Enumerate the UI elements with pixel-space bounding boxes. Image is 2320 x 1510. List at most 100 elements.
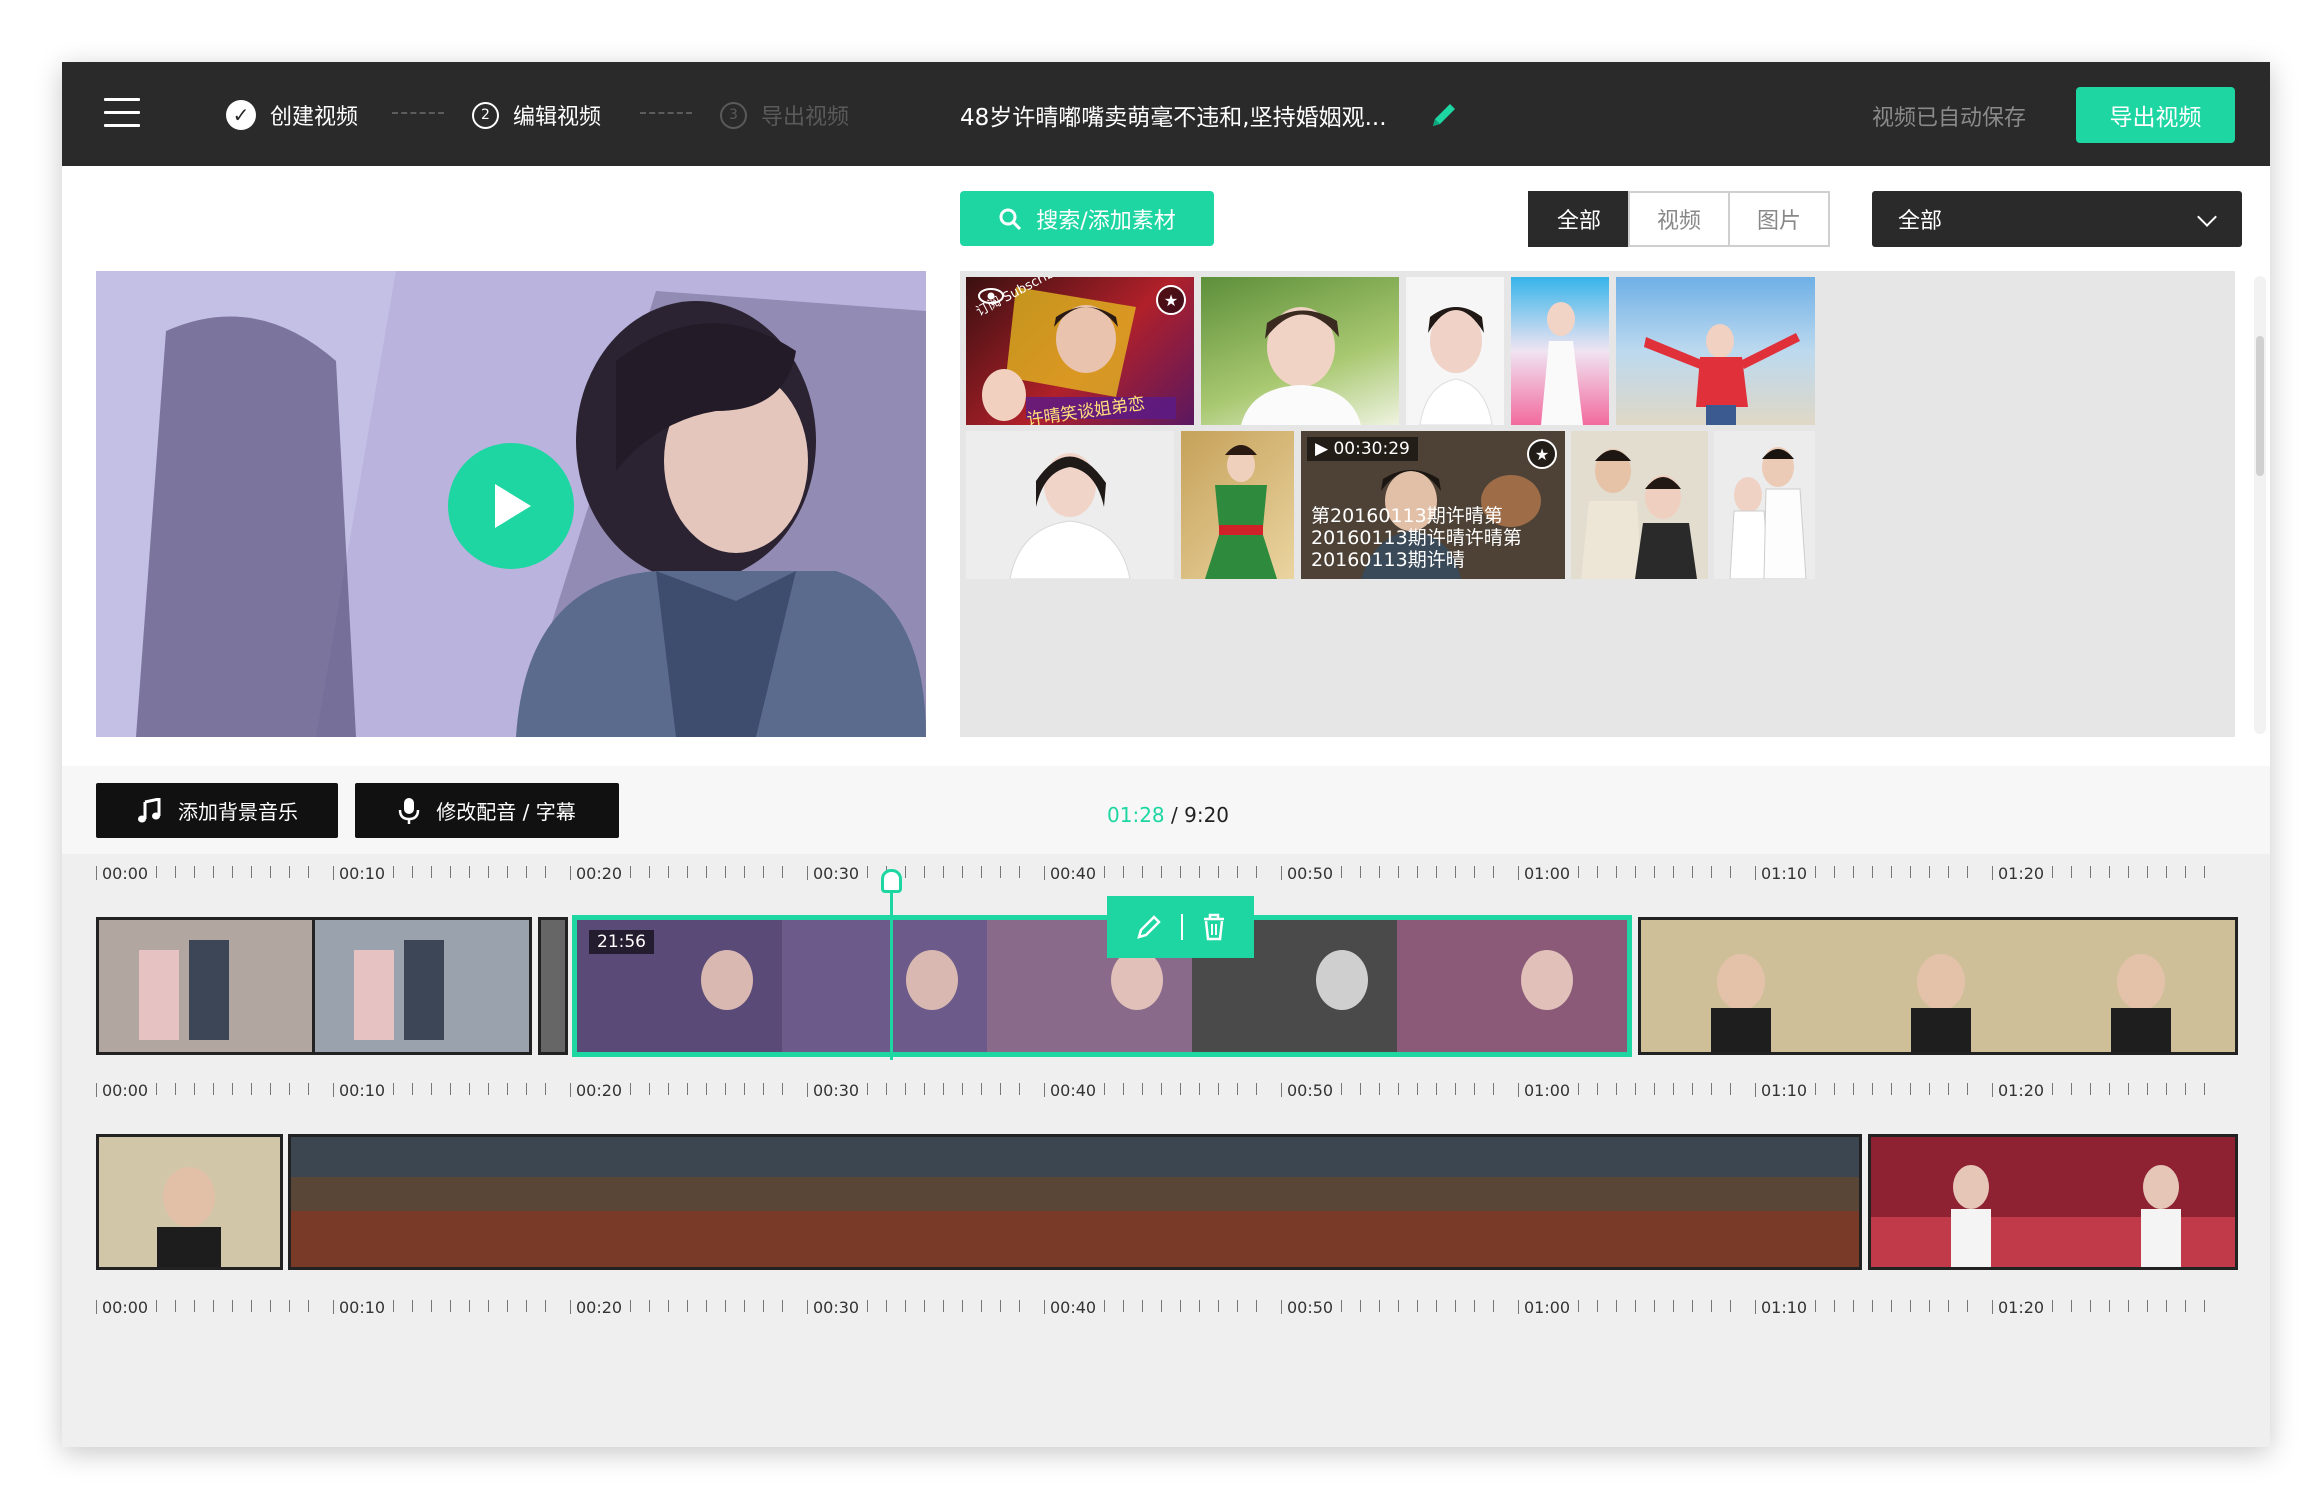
media-item-video[interactable]: ▶ 00:30:29 ★ 第20160113期许晴第20160113期许晴许晴第… (1301, 431, 1565, 579)
ruler-minor-tick (412, 866, 413, 878)
ruler-minor-tick (1711, 866, 1712, 878)
ruler-minor-tick (2071, 866, 2072, 878)
tab-video[interactable]: 视频 (1628, 191, 1730, 247)
ruler-minor-tick (943, 1300, 944, 1312)
media-scrollbar-thumb[interactable] (2256, 336, 2264, 476)
pencil-icon[interactable] (1135, 913, 1163, 941)
ruler-minor-tick (1161, 1083, 1162, 1095)
export-video-button[interactable]: 导出视频 (2076, 87, 2235, 143)
media-item-image[interactable] (966, 431, 1174, 579)
video-clip[interactable] (538, 917, 568, 1055)
ruler-minor-tick (270, 1083, 271, 1095)
media-item-image[interactable] (1406, 277, 1504, 425)
ruler-minor-tick (1474, 1083, 1475, 1095)
ruler-time-label: 01:00 (1524, 1081, 1571, 1100)
media-item-image[interactable] (1714, 431, 1815, 579)
ruler-minor-tick (1000, 866, 1001, 878)
pencil-icon[interactable] (1427, 98, 1461, 132)
broll-clip[interactable] (96, 1134, 283, 1270)
media-type-select[interactable]: 全部 (1872, 191, 2242, 247)
ruler-time-label: 00:30 (813, 864, 860, 883)
ruler-minor-tick (1967, 1300, 1968, 1312)
add-background-music-button[interactable]: 添加背景音乐 (96, 783, 338, 838)
media-thumbnail-image (1541, 302, 1583, 425)
project-title[interactable]: 48岁许晴嘟嘴卖萌毫不违和,坚持婚姻观... (960, 98, 1387, 132)
ruler-minor-tick (1161, 1300, 1162, 1312)
trash-icon[interactable] (1201, 913, 1227, 941)
search-add-media-button[interactable]: 搜索/添加素材 (960, 191, 1214, 246)
tab-image[interactable]: 图片 (1728, 191, 1830, 247)
step-divider (640, 112, 692, 114)
ruler-minor-tick (2128, 1300, 2129, 1312)
ruler-minor-tick (232, 1083, 233, 1095)
media-item-image[interactable] (1201, 277, 1399, 425)
ruler-minor-tick (1872, 1083, 1873, 1095)
ruler-major-tick (1755, 866, 1756, 880)
media-thumbnail-image (1205, 445, 1277, 579)
ruler-minor-tick (1436, 866, 1437, 878)
media-item-image[interactable] (1181, 431, 1294, 579)
broll-clip[interactable] (1868, 1134, 2238, 1270)
ruler-time-label: 00:00 (102, 1081, 149, 1100)
video-clip[interactable] (96, 917, 532, 1055)
star-icon[interactable]: ★ (1527, 439, 1557, 469)
playhead[interactable] (890, 882, 893, 1060)
ruler-minor-tick (1597, 1083, 1598, 1095)
ruler-major-tick (333, 1300, 334, 1314)
ruler-minor-tick (1218, 1300, 1219, 1312)
broll-clip[interactable] (288, 1134, 1862, 1270)
media-item-image[interactable] (1571, 431, 1708, 579)
ruler-minor-tick (1673, 866, 1674, 878)
tab-all[interactable]: 全部 (1528, 191, 1630, 247)
ruler-major-tick (1044, 1300, 1045, 1314)
media-item-image[interactable] (1616, 277, 1815, 425)
ruler-time-label: 00:20 (576, 1298, 623, 1317)
ruler-minor-tick (2204, 1083, 2205, 1095)
ruler-minor-tick (1834, 1083, 1835, 1095)
clip-filmstrip (99, 920, 529, 1052)
ruler-minor-tick (1910, 1083, 1911, 1095)
ruler-minor-tick (308, 1300, 309, 1312)
ruler-minor-tick (469, 1083, 470, 1095)
play-icon[interactable] (448, 443, 574, 569)
edit-voiceover-subtitle-button[interactable]: 修改配音 / 字幕 (355, 783, 619, 838)
chevron-down-icon (2197, 207, 2217, 227)
step-create[interactable]: ✓ 创建视频 (226, 98, 358, 132)
video-clip[interactable] (1638, 917, 2238, 1055)
ruler-major-tick (333, 1083, 334, 1097)
playhead-handle[interactable] (881, 869, 902, 893)
ruler-minor-tick (2071, 1300, 2072, 1312)
media-thumbnail-image (1729, 447, 1807, 579)
media-item-image[interactable] (1511, 277, 1609, 425)
ruler-minor-tick (1654, 866, 1655, 878)
ruler-minor-tick (2147, 866, 2148, 878)
ruler-minor-tick (725, 1300, 726, 1312)
hamburger-menu-icon[interactable] (104, 98, 140, 128)
ruler-minor-tick (2185, 1083, 2186, 1095)
ruler-minor-tick (1019, 1300, 1020, 1312)
ruler-time-label: 00:50 (1287, 864, 1334, 883)
media-item-video[interactable]: 订阅 Subscribe 许晴笑谈姐弟恋 ★ (966, 277, 1194, 425)
clip-start-time: 21:56 (589, 930, 654, 954)
video-preview[interactable] (96, 271, 926, 737)
ruler-major-tick (1044, 1083, 1045, 1097)
ruler-minor-tick (469, 1300, 470, 1312)
ruler-major-tick (1518, 866, 1519, 880)
ruler-minor-tick (2052, 1083, 2053, 1095)
timeline[interactable]: 00:00 00:10 00:20 00:30 00:40 00:50 01:00 01:10… (62, 854, 2270, 1447)
ruler-time-label: 01:20 (1998, 864, 2045, 883)
ruler-time-label: 00:30 (813, 1081, 860, 1100)
ruler-minor-tick (962, 866, 963, 878)
step-number-3: 3 (720, 101, 747, 129)
ruler-minor-tick (1123, 866, 1124, 878)
ruler-major-tick (807, 1083, 808, 1097)
ruler-time-label: 00:40 (1050, 1298, 1097, 1317)
star-icon[interactable]: ★ (1156, 285, 1186, 315)
step-edit[interactable]: 2 编辑视频 (472, 98, 601, 132)
ruler-minor-tick (1967, 866, 1968, 878)
step-export[interactable]: 3 导出视频 (720, 98, 849, 132)
timeline-toolbar: 添加背景音乐 修改配音 / 字幕 01:28 / 9:20 (62, 766, 2270, 854)
ruler-minor-tick (905, 1300, 906, 1312)
selected-video-clip[interactable]: 21:56 (572, 915, 1632, 1057)
ruler-minor-tick (1834, 866, 1835, 878)
